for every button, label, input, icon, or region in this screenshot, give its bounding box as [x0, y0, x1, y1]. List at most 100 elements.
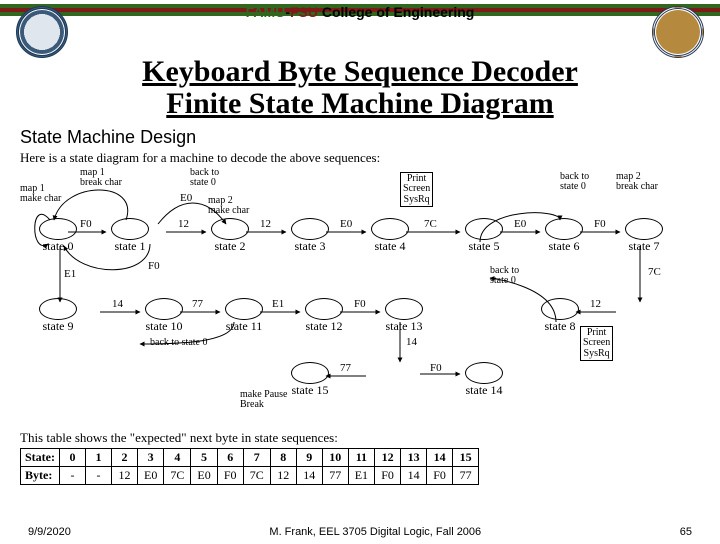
footer-date: 9/9/2020	[28, 526, 71, 538]
state-12: state 12	[300, 298, 348, 333]
th-s13: 13	[401, 448, 427, 466]
footer-credit: M. Frank, EEL 3705 Digital Logic, Fall 2…	[269, 526, 481, 538]
edge-0-9: E1	[64, 268, 76, 280]
th-s5: 5	[191, 448, 217, 466]
famu-seal-icon	[16, 6, 68, 58]
th-s12: 12	[375, 448, 401, 466]
state-4-label: state 4	[366, 240, 414, 253]
td-b5: E0	[191, 466, 217, 484]
td-b3: E0	[138, 466, 164, 484]
state-4: state 4	[366, 218, 414, 253]
td-b13: 14	[401, 466, 427, 484]
th-s3: 3	[138, 448, 164, 466]
td-b15: 77	[453, 466, 479, 484]
td-b0: -	[60, 466, 86, 484]
td-b14: F0	[427, 466, 453, 484]
slide-footer: 9/9/2020 M. Frank, EEL 3705 Digital Logi…	[0, 526, 720, 538]
state-3-label: state 3	[286, 240, 334, 253]
state-13-label: state 13	[380, 320, 428, 333]
state-6-label: state 6	[540, 240, 588, 253]
state-diagram: state 0 state 1 state 2 state 3 state 4 …	[20, 166, 700, 426]
note-back0b: back to state 0	[560, 172, 589, 193]
td-b10: 77	[322, 466, 348, 484]
state-11: state 11	[220, 298, 268, 333]
th-s9: 9	[296, 448, 322, 466]
page-title: Keyboard Byte Sequence Decoder Finite St…	[0, 56, 720, 121]
edge-15-back: 77	[340, 362, 351, 374]
table-row-bytes: Byte: - - 12 E0 7C E0 F0 7C 12 14 77 E1 …	[21, 466, 479, 484]
th-s4: 4	[164, 448, 191, 466]
footer-page: 65	[680, 526, 692, 538]
header-fsu: FSU	[290, 4, 318, 20]
th-s11: 11	[348, 448, 374, 466]
header-title: FAMU-FSU College of Engineering	[246, 4, 475, 20]
edge-2-3a: 12	[178, 218, 189, 230]
edge-3-4: E0	[340, 218, 352, 230]
state-1-label: state 1	[106, 240, 154, 253]
note-map2-make: map 2 make char	[208, 196, 249, 217]
table-row-states: State: 0 1 2 3 4 5 6 7 8 9 10 11 12 13 1…	[21, 448, 479, 466]
state-0-label: state 0	[34, 240, 82, 253]
header-famu: FAMU	[246, 4, 286, 20]
state-13: state 13	[380, 298, 428, 333]
box-print-screen-2: Print Screen SysRq	[580, 326, 613, 362]
table-header-state: State:	[21, 448, 60, 466]
th-s10: 10	[322, 448, 348, 466]
td-b1: -	[86, 466, 112, 484]
table-header-byte: Byte:	[21, 466, 60, 484]
fsu-seal-icon	[652, 6, 704, 58]
state-1: state 1	[106, 218, 154, 253]
state-3: state 3	[286, 218, 334, 253]
header-rest: College of Engineering	[318, 4, 474, 20]
td-b9: 14	[296, 466, 322, 484]
td-b4: 7C	[164, 466, 191, 484]
edge-7-8: 7C	[648, 266, 661, 278]
state-15: state 15	[286, 362, 334, 397]
td-b12: F0	[375, 466, 401, 484]
state-2: state 2	[206, 218, 254, 253]
state-5: state 5	[460, 218, 508, 253]
note-back0d: back to state 0	[490, 266, 519, 287]
note-back0a: back to state 0	[190, 168, 219, 189]
edge-4-5: 7C	[424, 218, 437, 230]
state-9: state 9	[34, 298, 82, 333]
note-map1-make: map 1 make char	[20, 184, 61, 205]
td-b8: 12	[270, 466, 296, 484]
state-10-label: state 10	[140, 320, 188, 333]
td-b11: E1	[348, 466, 374, 484]
state-2-label: state 2	[206, 240, 254, 253]
th-s2: 2	[112, 448, 138, 466]
edge-9-10: 14	[112, 298, 123, 310]
edge-6-7: F0	[594, 218, 606, 230]
state-0: state 0	[34, 218, 82, 253]
th-s15: 15	[453, 448, 479, 466]
note-map1-break: map 1 break char	[80, 168, 122, 189]
edge-13-14a: 14	[406, 336, 417, 348]
th-s14: 14	[427, 448, 453, 466]
state-14-label: state 14	[460, 384, 508, 397]
box-print-screen: Print Screen SysRq	[400, 172, 433, 208]
state-12-label: state 12	[300, 320, 348, 333]
edge-0-1: F0	[80, 218, 92, 230]
th-s0: 0	[60, 448, 86, 466]
edge-5-6: E0	[514, 218, 526, 230]
title-line-2: Finite State Machine Diagram	[166, 87, 553, 120]
byte-table: State: 0 1 2 3 4 5 6 7 8 9 10 11 12 13 1…	[20, 448, 479, 485]
td-b7: 7C	[243, 466, 270, 484]
state-8-label: state 8	[536, 320, 584, 333]
edge-14-15b: F0	[430, 362, 442, 374]
diagram-arrows	[20, 166, 700, 426]
state-10: state 10	[140, 298, 188, 333]
edge-11-12: E1	[272, 298, 284, 310]
state-15-label: state 15	[286, 384, 334, 397]
table-intro: This table shows the "expected" next byt…	[20, 430, 700, 446]
state-7: state 7	[620, 218, 668, 253]
td-b6: F0	[217, 466, 243, 484]
note-map2-break: map 2 break char	[616, 172, 658, 193]
th-s6: 6	[217, 448, 243, 466]
section-description: Here is a state diagram for a machine to…	[20, 150, 700, 166]
slide-header: FAMU-FSU College of Engineering	[0, 4, 720, 48]
edge-10-11: 77	[192, 298, 203, 310]
state-6: state 6	[540, 218, 588, 253]
th-s7: 7	[243, 448, 270, 466]
